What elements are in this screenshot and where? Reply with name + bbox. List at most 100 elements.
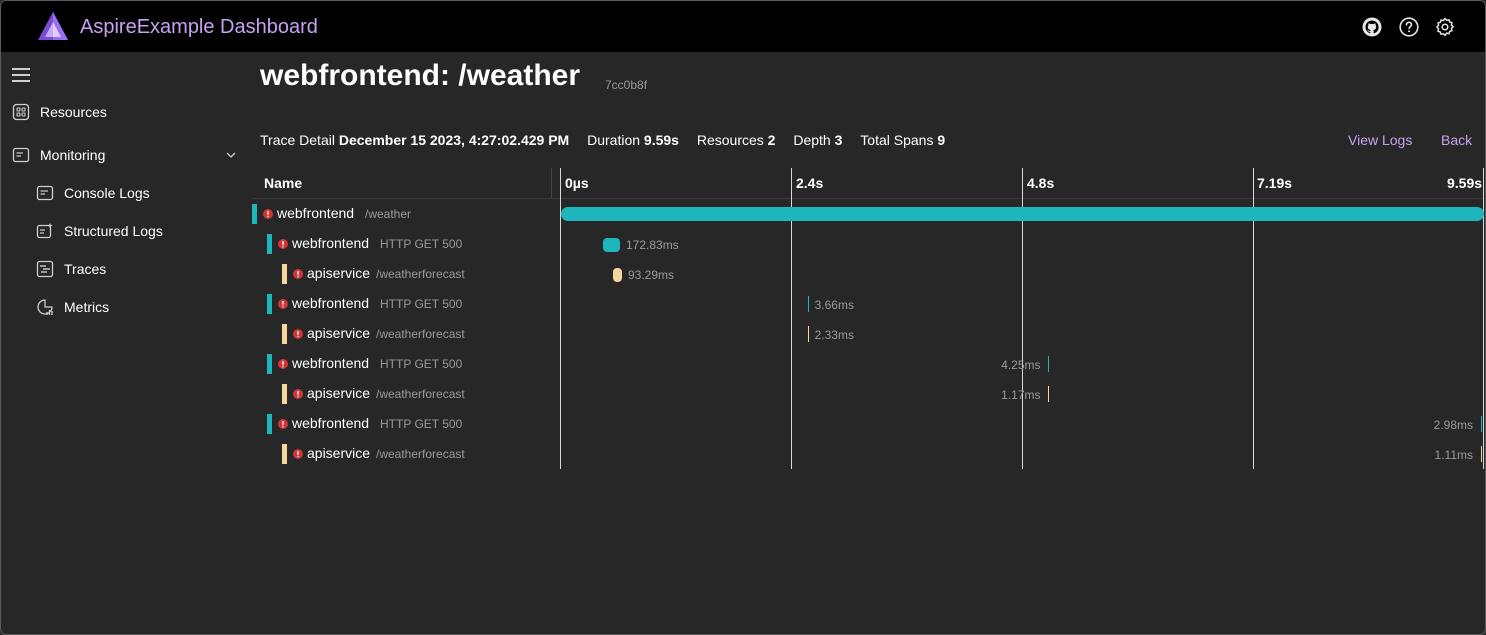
span-service-name: webfrontend xyxy=(292,415,370,431)
sidebar-item-metrics[interactable]: Metrics xyxy=(36,298,109,316)
span-timeline-bar[interactable] xyxy=(807,296,809,312)
span-detail: HTTP GET 500 xyxy=(380,237,463,251)
span-timeline-bar[interactable] xyxy=(807,326,809,342)
service-color-marker xyxy=(282,444,287,464)
resources-icon xyxy=(12,103,30,121)
span-detail: /weatherforecast xyxy=(376,447,465,461)
span-timeline-bar[interactable] xyxy=(612,268,622,282)
github-icon[interactable] xyxy=(1362,17,1382,37)
span-duration-label: 1.11ms xyxy=(1434,448,1473,462)
span-row[interactable]: webfrontend HTTP GET 500 xyxy=(252,229,552,259)
span-duration-label: 1.17ms xyxy=(1001,388,1041,402)
sidebar-item-label: Metrics xyxy=(64,299,110,315)
service-color-marker xyxy=(282,264,287,284)
monitoring-icon xyxy=(12,147,30,163)
span-detail: HTTP GET 500 xyxy=(380,297,463,311)
metrics-icon xyxy=(37,299,53,315)
sidebar-item-label: Structured Logs xyxy=(64,223,163,239)
span-row[interactable]: apiservice/weatherforecast xyxy=(252,319,552,349)
span-service-name: webfrontend xyxy=(292,295,370,311)
span-detail: HTTP GET 500 xyxy=(380,357,463,371)
span-row[interactable]: webfrontend HTTP GET 500 xyxy=(252,349,552,379)
sidebar-item-resources[interactable]: Resources xyxy=(12,103,107,121)
dashboard-window: AspireExample Dashboard Resources Monito… xyxy=(0,0,1486,635)
span-service-name: apiservice xyxy=(307,445,371,461)
depth-value: 3 xyxy=(834,132,843,148)
span-row[interactable]: apiservice/weatherforecast xyxy=(252,259,552,289)
span-timeline-bar[interactable] xyxy=(1481,416,1482,432)
error-icon xyxy=(293,326,303,339)
error-icon xyxy=(293,446,303,459)
sidebar-item-label: Monitoring xyxy=(40,147,106,163)
span-row[interactable]: webfrontend/weather xyxy=(252,199,552,229)
resources-label: Resources xyxy=(696,132,764,148)
duration-label: Duration xyxy=(587,132,641,148)
span-duration-label: 4.25ms xyxy=(1001,358,1041,372)
service-color-marker xyxy=(282,324,287,344)
settings-icon[interactable] xyxy=(1435,17,1455,37)
span-timeline-bar[interactable] xyxy=(561,207,1484,221)
span-duration-label: 172.83ms xyxy=(626,238,679,252)
chevron-down-icon[interactable] xyxy=(225,149,237,161)
view-logs-link[interactable]: View Logs xyxy=(1348,132,1412,148)
span-row[interactable]: webfrontend HTTP GET 500 xyxy=(252,289,552,319)
span-service-name: apiservice xyxy=(307,265,371,281)
back-link[interactable]: Back xyxy=(1441,132,1472,148)
service-color-marker xyxy=(282,384,287,404)
sidebar-item-structured-logs[interactable]: Structured Logs xyxy=(36,222,163,240)
error-icon xyxy=(278,416,288,429)
error-icon xyxy=(293,386,303,399)
time-tick-label: 7.19s xyxy=(1257,175,1293,191)
error-icon xyxy=(278,356,288,369)
span-detail: /weatherforecast xyxy=(376,387,465,401)
top-bar: AspireExample Dashboard xyxy=(1,1,1485,52)
time-tick-label: 2.4s xyxy=(796,175,824,191)
sidebar-item-console-logs[interactable]: Console Logs xyxy=(36,184,150,202)
time-tick-label: 0µs xyxy=(565,175,589,191)
page-title: webfrontend: /weather xyxy=(260,59,581,92)
service-color-marker xyxy=(267,354,272,374)
sidebar-item-monitoring[interactable]: Monitoring xyxy=(12,146,105,164)
trace-id: 7cc0b8f xyxy=(605,78,648,92)
span-row[interactable]: apiservice/weatherforecast xyxy=(252,379,552,409)
error-icon xyxy=(293,266,303,279)
span-duration-label: 2.33ms xyxy=(814,328,854,342)
service-color-marker xyxy=(252,204,257,224)
total-spans-value: 9 xyxy=(937,132,946,148)
span-service-name: webfrontend xyxy=(292,355,370,371)
error-icon xyxy=(278,296,288,309)
span-timeline-bar[interactable] xyxy=(1048,386,1050,402)
name-column-header[interactable]: Name xyxy=(264,175,302,191)
service-color-marker xyxy=(267,294,272,314)
console-logs-icon xyxy=(36,185,54,201)
span-duration-label: 2.98ms xyxy=(1433,418,1473,432)
span-row[interactable]: webfrontend HTTP GET 500 xyxy=(252,409,552,439)
error-icon xyxy=(278,236,288,249)
duration-value: 9.59s xyxy=(643,132,679,148)
span-timeline-bar[interactable] xyxy=(603,238,620,252)
error-icon xyxy=(263,206,273,219)
menu-toggle-icon[interactable] xyxy=(12,68,30,82)
trace-detail-label: Trace Detail xyxy=(260,132,335,148)
traces-icon xyxy=(36,260,54,278)
time-tick-label: 4.8s xyxy=(1027,175,1055,191)
span-timeline-bar[interactable] xyxy=(1481,446,1482,462)
aspire-logo-icon[interactable] xyxy=(37,11,69,41)
column-divider[interactable] xyxy=(551,168,552,198)
span-timeline-bar[interactable] xyxy=(1048,356,1050,372)
span-service-name: apiservice xyxy=(307,385,371,401)
span-row[interactable]: apiservice/weatherforecast xyxy=(252,439,552,469)
span-detail: HTTP GET 500 xyxy=(380,417,463,431)
app-title[interactable]: AspireExample Dashboard xyxy=(80,16,318,39)
span-detail: /weatherforecast xyxy=(376,327,465,341)
help-icon[interactable] xyxy=(1399,17,1419,37)
span-service-name: webfrontend xyxy=(292,235,370,251)
span-duration-label: 3.66ms xyxy=(814,298,854,312)
sidebar: Resources Monitoring Console Logs Struct… xyxy=(1,52,247,634)
trace-summary: Trace Detail December 15 2023, 4:27:02.4… xyxy=(260,132,945,148)
span-service-name: apiservice xyxy=(307,325,371,341)
sidebar-item-traces[interactable]: Traces xyxy=(36,260,106,278)
span-detail: /weatherforecast xyxy=(376,267,465,281)
resources-value: 2 xyxy=(767,132,776,148)
span-duration-label: 93.29ms xyxy=(627,268,675,282)
